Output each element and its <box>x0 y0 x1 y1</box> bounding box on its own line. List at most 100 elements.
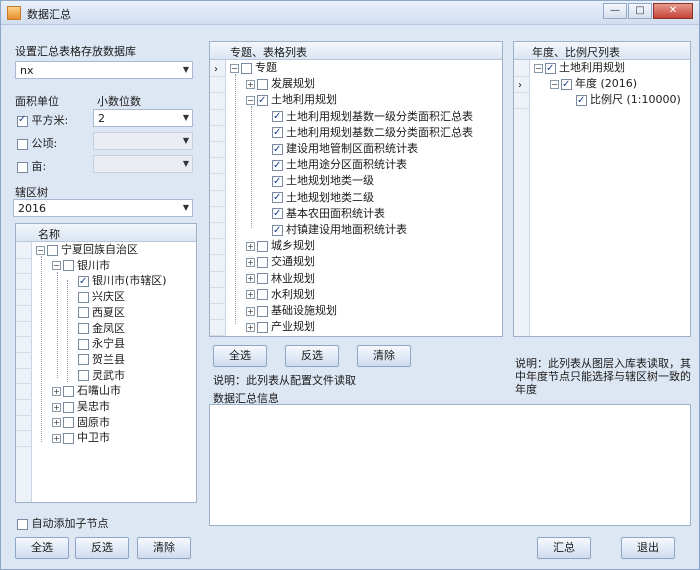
collapse-icon[interactable]: − <box>36 245 45 255</box>
region-tree-node[interactable]: 永宁县 <box>78 336 125 352</box>
region-tree-node[interactable]: 银川市(市辖区) <box>78 273 167 290</box>
expand-icon[interactable]: + <box>246 306 255 316</box>
topic-tree-node[interactable]: 土地用途分区面积统计表 <box>272 157 407 174</box>
minimize-button[interactable]: — <box>603 3 627 19</box>
region-node-checkbox[interactable] <box>63 417 74 429</box>
db-select[interactable]: nx ▼ <box>15 61 193 79</box>
topic-node-checkbox[interactable] <box>241 62 252 74</box>
topic-tree-node[interactable]: 土地规划地类二级 <box>272 190 374 206</box>
region-node-checkbox[interactable] <box>78 274 89 290</box>
region-node-checkbox[interactable] <box>47 244 58 256</box>
expand-icon[interactable]: + <box>246 290 255 300</box>
expand-icon[interactable]: + <box>52 433 61 443</box>
topic-tree-node[interactable]: + 林业规划 <box>246 271 315 287</box>
sqm-decimals-select[interactable]: 2 ▼ <box>93 109 193 127</box>
topic-tree-node[interactable]: − 土地利用规划 <box>246 92 337 109</box>
region-tree-node[interactable]: 贺兰县 <box>78 352 125 368</box>
topic-node-checkbox[interactable] <box>272 158 283 174</box>
expand-icon[interactable]: + <box>52 418 61 428</box>
topic-node-checkbox[interactable] <box>272 190 283 206</box>
hectare-checkbox[interactable] <box>17 138 28 150</box>
yearscale-node-checkbox[interactable] <box>576 93 587 109</box>
topic-tree-node[interactable]: + 交通规划 <box>246 254 315 270</box>
region-tree-node[interactable]: + 中卫市 <box>52 430 110 446</box>
expand-icon[interactable]: + <box>52 386 61 396</box>
expand-icon[interactable]: + <box>246 257 255 267</box>
topic-tree-node[interactable]: − 专题 <box>230 60 277 76</box>
region-node-checkbox[interactable] <box>78 307 89 319</box>
expand-icon[interactable]: + <box>246 322 255 332</box>
topic-node-checkbox[interactable] <box>257 93 268 109</box>
topic-node-checkbox[interactable] <box>257 240 268 252</box>
topic-node-checkbox[interactable] <box>257 305 268 317</box>
topic-tree-node[interactable]: 土地利用规划基数二级分类面积汇总表 <box>272 125 473 141</box>
topic-tree-node[interactable]: 村镇建设用地面积统计表 <box>272 222 407 239</box>
left-clear-button[interactable]: 清除 <box>137 537 191 559</box>
yearscale-tree-node[interactable]: − 年度 (2016) <box>550 76 637 93</box>
region-node-checkbox[interactable] <box>78 291 89 303</box>
topic-tree-node[interactable]: + 水利规划 <box>246 287 315 303</box>
region-tree-node[interactable]: 金凤区 <box>78 321 125 337</box>
topic-node-checkbox[interactable] <box>257 256 268 268</box>
unit-sqm-option[interactable]: 平方米: <box>17 112 68 128</box>
topic-node-checkbox[interactable] <box>272 142 283 158</box>
region-tree-node[interactable]: 西夏区 <box>78 305 125 321</box>
collapse-icon[interactable]: − <box>550 79 559 89</box>
topic-tree-node[interactable]: + 产业规划 <box>246 319 315 335</box>
maximize-button[interactable]: □ <box>628 3 652 19</box>
region-tree-node[interactable]: + 吴忠市 <box>52 399 110 415</box>
auto-add-option[interactable]: 自动添加子节点 <box>17 515 109 531</box>
collapse-icon[interactable]: − <box>246 95 255 105</box>
info-textarea[interactable] <box>209 404 691 526</box>
region-tree-node[interactable]: + 石嘴山市 <box>52 383 121 399</box>
exit-button[interactable]: 退出 <box>621 537 675 559</box>
yearscale-tree-node[interactable]: − 土地利用规划 <box>534 60 625 77</box>
summarize-button[interactable]: 汇总 <box>537 537 591 559</box>
expand-icon[interactable]: + <box>246 274 255 284</box>
region-node-checkbox[interactable] <box>78 370 89 382</box>
collapse-icon[interactable]: − <box>534 63 543 73</box>
mid-invert-button[interactable]: 反选 <box>285 345 339 367</box>
topic-node-checkbox[interactable] <box>272 223 283 239</box>
topic-node-checkbox[interactable] <box>257 321 268 333</box>
yearscale-tree-node[interactable]: 比例尺 (1:10000) <box>576 92 681 109</box>
region-node-checkbox[interactable] <box>78 338 89 350</box>
topic-tree-node[interactable]: 土地规划地类一级 <box>272 173 374 190</box>
region-node-checkbox[interactable] <box>78 323 89 334</box>
year-select[interactable]: 2016 ▼ <box>13 199 193 217</box>
mid-select-all-button[interactable]: 全选 <box>213 345 267 367</box>
yearscale-node-checkbox[interactable] <box>561 77 572 93</box>
expand-icon[interactable]: + <box>246 79 255 89</box>
topic-node-checkbox[interactable] <box>272 174 283 190</box>
unit-hectare-option[interactable]: 公顷: <box>17 135 57 151</box>
expand-icon[interactable]: + <box>52 402 61 412</box>
topic-tree-node[interactable]: 建设用地管制区面积统计表 <box>272 141 418 158</box>
region-tree-node[interactable]: − 银川市 <box>52 258 110 274</box>
expand-icon[interactable]: + <box>246 241 255 251</box>
region-tree-node[interactable]: 灵武市 <box>78 368 125 384</box>
collapse-icon[interactable]: − <box>230 63 239 73</box>
topic-tree-node[interactable]: 基本农田面积统计表 <box>272 206 385 222</box>
left-select-all-button[interactable]: 全选 <box>15 537 69 559</box>
topic-node-checkbox[interactable] <box>257 273 268 285</box>
sqm-checkbox[interactable] <box>17 114 28 127</box>
collapse-icon[interactable]: − <box>52 261 61 271</box>
topic-tree-node[interactable]: + 发展规划 <box>246 76 315 92</box>
topic-tree-node[interactable]: + 城乡规划 <box>246 238 315 254</box>
unit-mu-option[interactable]: 亩: <box>17 158 46 174</box>
left-invert-button[interactable]: 反选 <box>75 537 129 559</box>
topic-node-checkbox[interactable] <box>272 206 283 222</box>
region-node-checkbox[interactable] <box>63 260 74 272</box>
auto-add-checkbox[interactable] <box>17 518 28 530</box>
mid-clear-button[interactable]: 清除 <box>357 345 411 367</box>
topic-tree-node[interactable]: 土地利用规划基数一级分类面积汇总表 <box>272 109 473 125</box>
region-tree-node[interactable]: − 宁夏回族自治区 <box>36 242 138 258</box>
region-node-checkbox[interactable] <box>78 354 89 366</box>
topic-node-checkbox[interactable] <box>257 78 268 90</box>
topic-node-checkbox[interactable] <box>272 125 283 141</box>
topic-node-checkbox[interactable] <box>272 109 283 125</box>
mu-decimals-select[interactable]: ▼ <box>93 155 193 173</box>
mu-checkbox[interactable] <box>17 161 28 173</box>
topic-node-checkbox[interactable] <box>257 289 268 301</box>
close-button[interactable]: ✕ <box>653 3 693 19</box>
